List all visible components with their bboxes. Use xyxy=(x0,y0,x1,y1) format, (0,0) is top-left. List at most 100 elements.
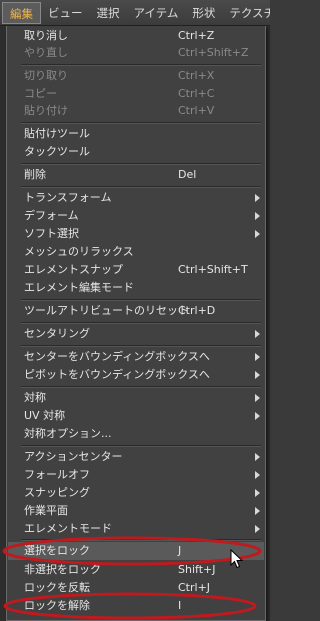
menu-item-redo[interactable]: やり直し Ctrl+Shift+Z xyxy=(8,44,264,62)
menu-item-element-edit-mode[interactable]: エレメント編集モード xyxy=(8,279,264,297)
menu-item-falloff[interactable]: フォールオフ xyxy=(8,466,264,484)
menu-item-pivot-to-bbox[interactable]: ピボットをバウンディングボックスへ xyxy=(8,366,264,384)
menu-item-label: センターをバウンディングボックスへ xyxy=(24,350,210,363)
menu-item-shortcut: Ctrl+X xyxy=(178,69,215,82)
submenu-arrow-icon xyxy=(255,353,260,361)
menu-item-label: フォールオフ xyxy=(24,468,90,481)
menu-item-label: デフォーム xyxy=(24,209,79,222)
menu-item-label: コピー xyxy=(24,87,57,100)
menu-item-paste[interactable]: 貼り付け Ctrl+V xyxy=(8,102,264,120)
menu-select[interactable]: 選択 xyxy=(90,2,127,24)
menu-item-unlock[interactable]: ロックを解除 I xyxy=(8,597,264,615)
menu-item-shortcut: Ctrl+D xyxy=(178,304,216,317)
menu-item-label: 貼付けツール xyxy=(24,127,90,140)
menu-separator xyxy=(21,163,261,165)
menu-item-reset-tool-attributes[interactable]: ツールアトリビュートのリセット Ctrl+D xyxy=(8,302,264,320)
menu-item[interactable]: アイテム xyxy=(127,2,186,24)
menu-item-label: ロックを解除 xyxy=(24,599,90,612)
submenu-arrow-icon xyxy=(255,212,260,220)
menu-item-invert-lock[interactable]: ロックを反転 Ctrl+J xyxy=(8,579,264,597)
menu-item-label: スナッピング xyxy=(24,486,90,499)
menu-item-centering[interactable]: センタリング xyxy=(8,325,264,343)
menu-separator xyxy=(21,386,261,388)
menu-item-label: トランスフォーム xyxy=(24,191,112,204)
menu-item-label: やり直し xyxy=(24,46,68,59)
submenu-arrow-icon xyxy=(255,412,260,420)
menu-item-shortcut: I xyxy=(178,599,182,612)
submenu-arrow-icon xyxy=(255,525,260,533)
menu-item-lock-unselected[interactable]: 非選択をロック Shift+J xyxy=(8,561,264,579)
menu-item-label: 削除 xyxy=(24,168,46,181)
menu-item-shortcut: Ctrl+Z xyxy=(178,29,215,42)
menu-separator xyxy=(21,186,261,188)
menu-item-shortcut: Ctrl+J xyxy=(178,581,211,594)
submenu-arrow-icon xyxy=(255,330,260,338)
menu-item-work-plane[interactable]: 作業平面 xyxy=(8,502,264,520)
menu-item-symmetry[interactable]: 対称 xyxy=(8,389,264,407)
menu-item-center-to-bbox[interactable]: センターをバウンディングボックスへ xyxy=(8,348,264,366)
submenu-arrow-icon xyxy=(255,371,260,379)
menu-item-label: エレメントモード xyxy=(24,522,112,535)
menu-item-soft-select[interactable]: ソフト選択 xyxy=(8,225,264,243)
menu-item-copy[interactable]: コピー Ctrl+C xyxy=(8,85,264,103)
menu-item-label: アクションセンター xyxy=(24,450,123,463)
menu-item-shortcut: Shift+J xyxy=(178,563,216,576)
menu-item-shortcut: J xyxy=(178,544,182,557)
menu-item-label: ソフト選択 xyxy=(24,227,79,240)
menu-separator xyxy=(21,445,261,447)
menu-item-paste-tool[interactable]: 貼付けツール xyxy=(8,125,264,143)
submenu-arrow-icon xyxy=(255,489,260,497)
menu-item-label: センタリング xyxy=(24,327,90,340)
menu-item-element-snap[interactable]: エレメントスナップ Ctrl+Shift+T xyxy=(8,261,264,279)
menu-view[interactable]: ビュー xyxy=(41,2,90,24)
submenu-arrow-icon xyxy=(255,230,260,238)
menu-item-label: エレメントスナップ xyxy=(24,263,123,276)
submenu-arrow-icon xyxy=(255,194,260,202)
menu-item-label: 貼り付け xyxy=(24,104,68,117)
menu-separator xyxy=(21,122,261,124)
menu-geometry[interactable]: 形状 xyxy=(185,2,222,24)
submenu-arrow-icon xyxy=(255,453,260,461)
menu-separator xyxy=(21,64,261,66)
submenu-arrow-icon xyxy=(255,394,260,402)
menu-item-label: ピボットをバウンディングボックスへ xyxy=(24,368,210,381)
submenu-arrow-icon xyxy=(255,471,260,479)
menu-item-label: UV 対称 xyxy=(24,409,66,422)
menu-item-label: 選択をロック xyxy=(24,544,90,557)
menu-item-tack-tool[interactable]: タックツール xyxy=(8,143,264,161)
menu-item-delete[interactable]: 削除 Del xyxy=(8,166,264,184)
menu-item-label: メッシュのリラックス xyxy=(24,245,134,258)
menu-edit[interactable]: 編集 xyxy=(2,1,41,24)
menu-item-label: 対称 xyxy=(24,391,46,404)
menu-item-label: エレメント編集モード xyxy=(24,281,134,294)
menu-item-cut[interactable]: 切り取り Ctrl+X xyxy=(8,67,264,85)
menu-item-action-center[interactable]: アクションセンター xyxy=(8,448,264,466)
menu-separator xyxy=(21,299,261,301)
mouse-cursor-icon xyxy=(230,549,244,569)
menu-item-shortcut: Ctrl+C xyxy=(178,87,215,100)
menu-item-mesh-relax[interactable]: メッシュのリラックス xyxy=(8,243,264,261)
menu-item-shortcut: Del xyxy=(178,168,197,181)
menu-separator xyxy=(21,345,261,347)
menu-item-label: 対称オプション... xyxy=(24,427,112,440)
menu-item-undo[interactable]: 取り消し Ctrl+Z xyxy=(8,27,264,45)
menu-item-element-mode[interactable]: エレメントモード xyxy=(8,520,264,538)
menu-item-symmetry-options[interactable]: 対称オプション... xyxy=(8,425,264,443)
menu-item-label: ツールアトリビュートのリセット xyxy=(24,304,189,317)
submenu-arrow-icon xyxy=(255,507,260,515)
menu-item-transform[interactable]: トランスフォーム xyxy=(8,189,264,207)
menu-item-deform[interactable]: デフォーム xyxy=(8,207,264,225)
menu-separator xyxy=(21,539,261,541)
background-right xyxy=(266,26,270,621)
menu-item-uv-symmetry[interactable]: UV 対称 xyxy=(8,407,264,425)
menu-item-lock-selected[interactable]: 選択をロック J xyxy=(8,542,264,560)
menu-item-label: 取り消し xyxy=(24,29,68,42)
menu-item-label: 作業平面 xyxy=(24,504,68,517)
menu-separator xyxy=(21,322,261,324)
menu-bar: 編集 ビュー 選択 アイテム 形状 テクスチャ xyxy=(0,0,270,26)
menu-item-shortcut: Ctrl+V xyxy=(178,104,215,117)
edit-menu-dropdown: 取り消し Ctrl+Z やり直し Ctrl+Shift+Z 切り取り Ctrl+… xyxy=(6,26,266,621)
menu-item-snapping[interactable]: スナッピング xyxy=(8,484,264,502)
menu-texture[interactable]: テクスチャ xyxy=(222,2,270,24)
menu-item-label: ロックを反転 xyxy=(24,581,90,594)
